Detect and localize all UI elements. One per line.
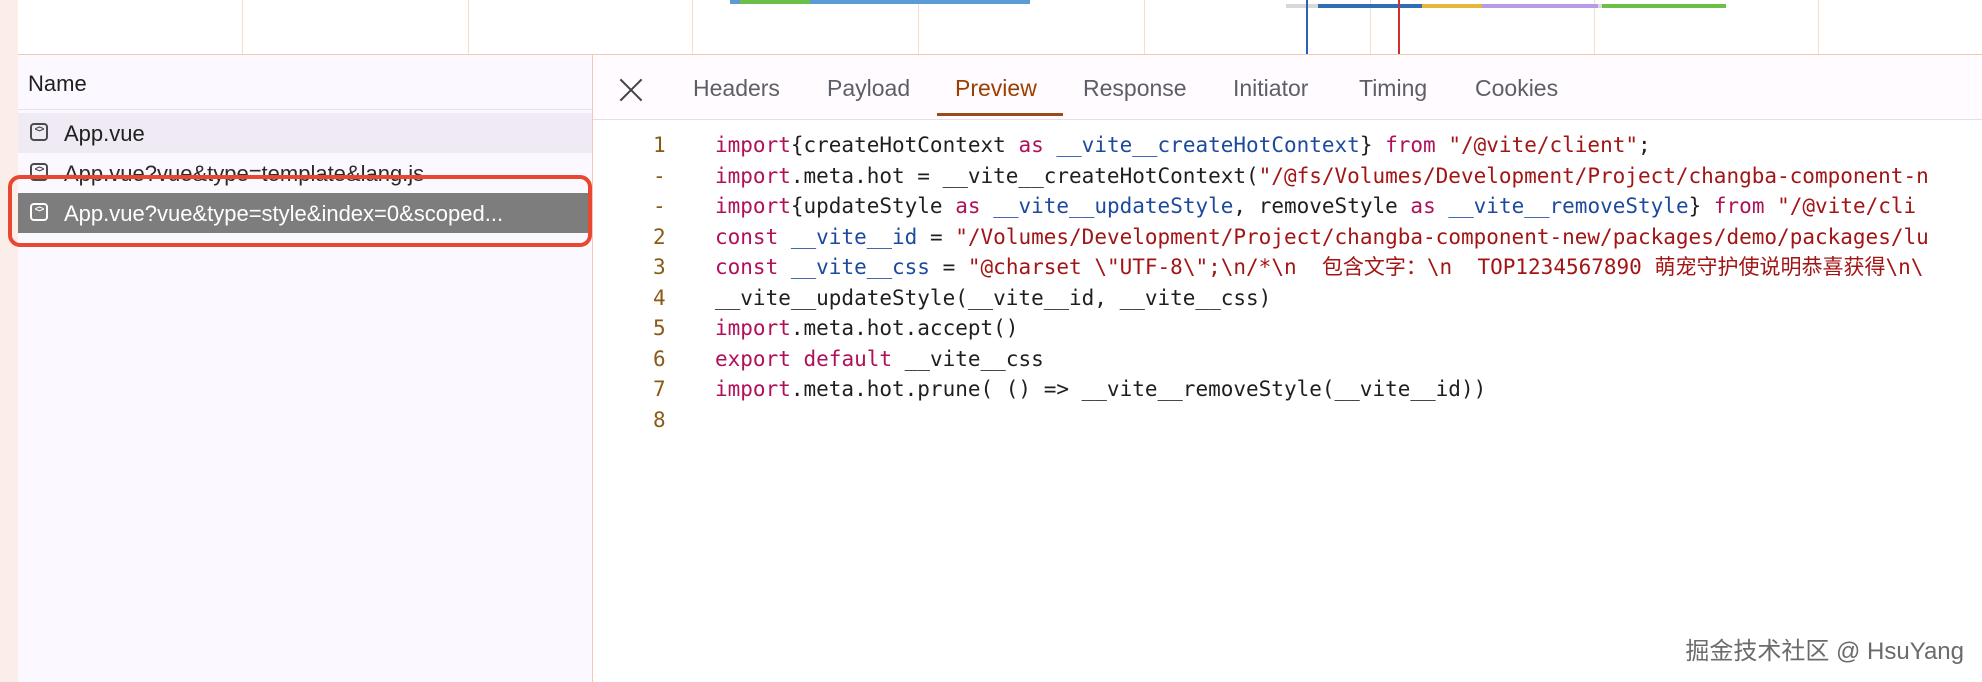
line-number: 3 (653, 255, 666, 279)
code-line: 1 import{createHotContext as __vite__crea… (593, 130, 1982, 160)
code-line: 2 const __vite__id = "/Volumes/Developmen… (593, 222, 1982, 252)
code-text: import.meta.hot.prune( () => __vite__rem… (715, 377, 1487, 401)
code-line: 5 import.meta.hot.accept() (593, 313, 1982, 343)
active-tab-indicator (937, 113, 1063, 116)
left-edge-strip (0, 0, 19, 682)
code-line: - import{updateStyle as __vite__updateSty… (593, 191, 1982, 221)
line-number: 2 (653, 224, 666, 249)
detail-tab-bar: Headers Payload Preview Response Initiat… (593, 55, 1982, 120)
code-text: const __vite__css = "@charset \"UTF-8\";… (715, 255, 1924, 279)
line-number: 6 (653, 346, 666, 371)
timeline-grid-line (242, 0, 243, 54)
script-file-icon (30, 203, 48, 221)
line-number: 1 (653, 133, 666, 157)
close-icon[interactable] (617, 75, 645, 103)
timeline-bar-blue (1318, 4, 1428, 8)
code-line: 3 const __vite__css = "@charset \"UTF-8\"… (593, 252, 1982, 282)
code-line: 4 __vite__updateStyle(__vite__id, __vite_… (593, 283, 1982, 313)
request-row-selected[interactable]: App.vue?vue&type=style&index=0&scoped... (18, 193, 592, 233)
timeline-grid-line (1370, 0, 1371, 54)
request-list-panel: Name App.vue App.vue?vue&type=template&l… (18, 55, 593, 682)
code-text: import{updateStyle as __vite__updateStyl… (715, 194, 1917, 218)
timeline-grid-line (1144, 0, 1145, 54)
tab-timing[interactable]: Timing (1359, 75, 1427, 102)
line-number: 5 (653, 316, 666, 340)
request-name: App.vue?vue&type=style&index=0&scoped... (64, 201, 504, 226)
tab-payload[interactable]: Payload (827, 75, 910, 102)
code-line: 7 import.meta.hot.prune( () => __vite__re… (593, 374, 1982, 404)
line-number: 8 (653, 407, 666, 432)
code-line: 6 export default __vite__css (593, 344, 1982, 374)
code-line: 8 (593, 405, 1982, 435)
dom-content-loaded-marker (1306, 0, 1308, 54)
preview-code-view[interactable]: 1 import{createHotContext as __vite__crea… (593, 120, 1982, 682)
load-event-marker (1398, 0, 1400, 54)
timeline-grid-line (692, 0, 693, 54)
code-text: import{createHotContext as __vite__creat… (715, 133, 1651, 157)
code-text: __vite__updateStyle(__vite__id, __vite__… (715, 285, 1272, 310)
watermark-text: 掘金技术社区 @ HsuYang (1685, 638, 1964, 665)
timeline-bar-yellow (1422, 4, 1482, 8)
timeline-bar-green (740, 0, 810, 4)
tab-preview[interactable]: Preview (955, 75, 1037, 102)
tab-initiator[interactable]: Initiator (1233, 75, 1308, 102)
timeline-grid-line (1818, 0, 1819, 54)
tab-response[interactable]: Response (1083, 75, 1187, 102)
timeline-grid-line (468, 0, 469, 54)
line-number: - (653, 163, 666, 188)
code-text: import.meta.hot.accept() (715, 316, 1019, 340)
script-file-icon (30, 163, 48, 181)
timeline-grid-line (918, 0, 919, 54)
code-text: import.meta.hot = __vite__createHotConte… (715, 163, 1929, 188)
network-overview-timeline[interactable] (18, 0, 1982, 55)
timeline-bar-purple (1482, 4, 1598, 8)
request-row[interactable]: App.vue (18, 113, 592, 153)
tab-cookies[interactable]: Cookies (1475, 75, 1558, 102)
code-line: - import.meta.hot = __vite__createHotCont… (593, 161, 1982, 191)
request-row[interactable]: App.vue?vue&type=template&lang.js (18, 153, 592, 193)
name-header-label: Name (28, 71, 87, 96)
line-number: - (653, 194, 666, 218)
request-name: App.vue?vue&type=template&lang.js (64, 161, 425, 186)
timeline-grid-line (1594, 0, 1595, 54)
line-number: 7 (653, 377, 666, 401)
code-text: export default __vite__css (715, 346, 1044, 371)
code-text: const __vite__id = "/Volumes/Development… (715, 224, 1929, 249)
script-file-icon (30, 123, 48, 141)
request-name: App.vue (64, 121, 145, 146)
tab-headers[interactable]: Headers (693, 75, 780, 102)
timeline-bar-green (1602, 4, 1726, 8)
name-column-header[interactable]: Name (18, 55, 592, 110)
line-number: 4 (653, 285, 666, 310)
